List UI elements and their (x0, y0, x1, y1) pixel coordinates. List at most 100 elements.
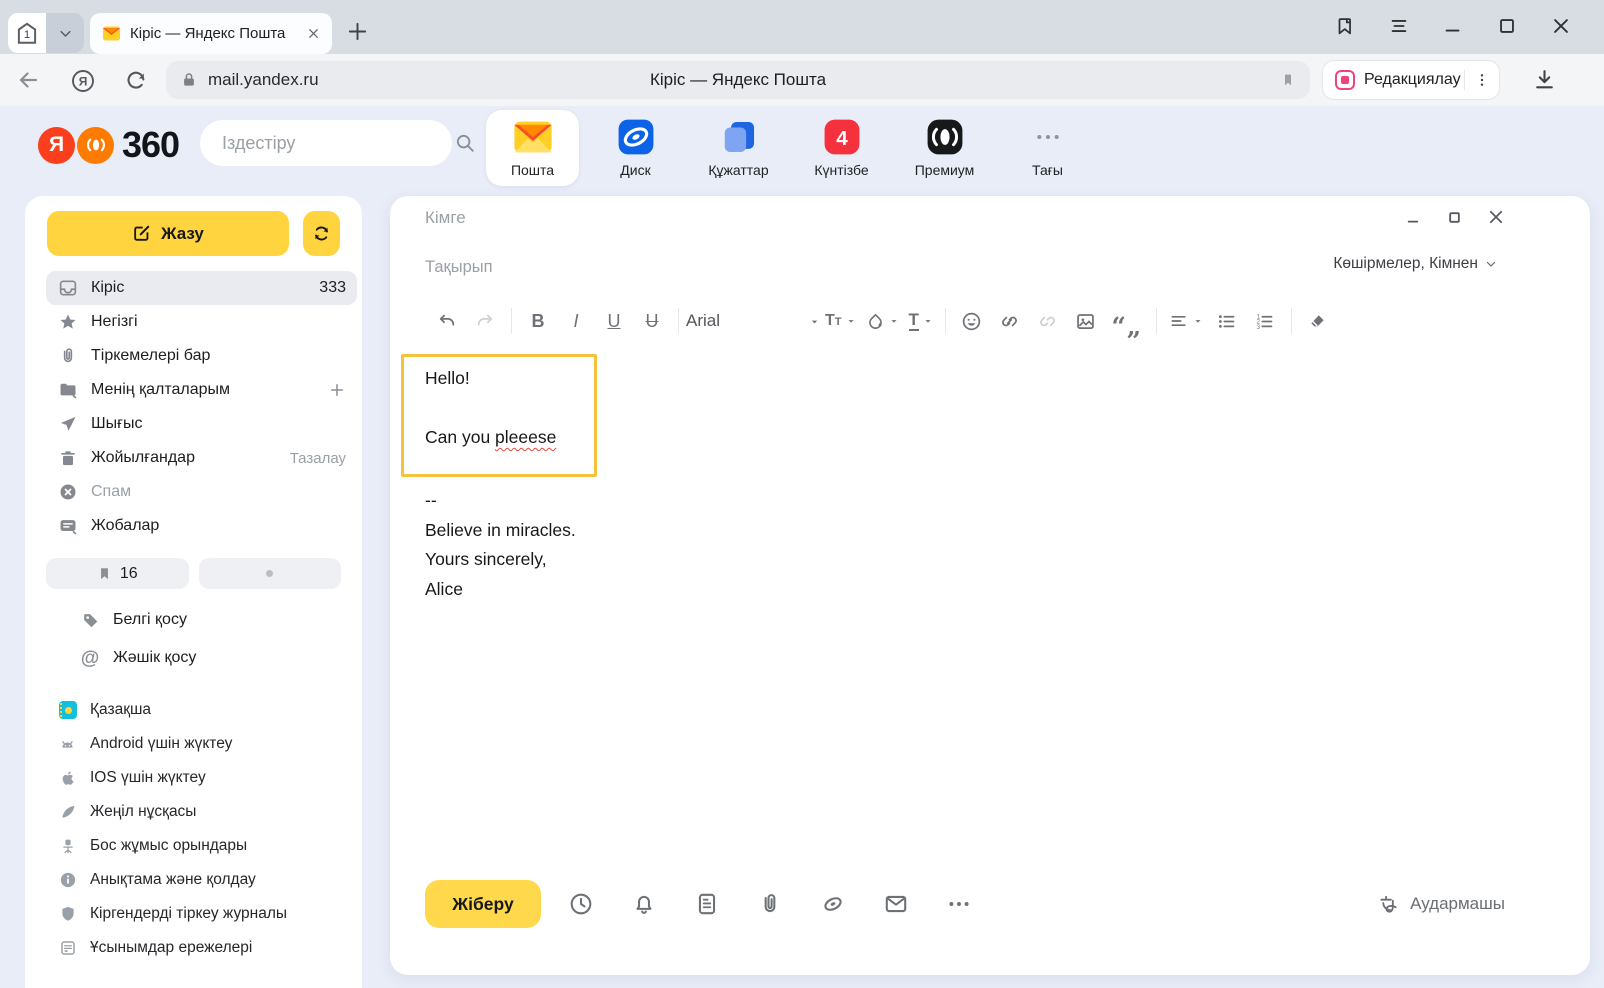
bullet-list-button[interactable] (1208, 303, 1246, 339)
svg-text:Я: Я (79, 75, 88, 89)
more-options-icon[interactable] (946, 891, 972, 917)
service-calendar[interactable]: 4 Күнтізбе (795, 110, 888, 186)
service-more[interactable]: Тағы (1001, 110, 1094, 186)
360-mark-icon (77, 127, 114, 164)
downloads-button[interactable] (1532, 67, 1557, 92)
browser-menu-icon[interactable] (1388, 15, 1410, 37)
compose-bottom-bar: Жіберу Аудармашы (425, 880, 1505, 928)
bookmark-icon[interactable] (1280, 72, 1296, 88)
window-close-button[interactable] (1550, 15, 1572, 37)
panel-bookmark-icon[interactable] (1334, 15, 1356, 37)
align-button[interactable] (1164, 303, 1208, 339)
rules-document-icon (58, 939, 77, 957)
lock-icon[interactable] (180, 71, 198, 89)
cc-from-toggle[interactable]: Көшірмелер, Кімнен (1333, 255, 1497, 273)
search-input[interactable] (200, 133, 454, 154)
compose-minimize-button[interactable] (1406, 209, 1422, 225)
font-size-select[interactable]: TT (820, 303, 861, 339)
numbered-list-button[interactable]: 123 (1246, 303, 1284, 339)
footer-item-ios[interactable]: IOS үшін жүктеу (25, 761, 362, 795)
bold-button[interactable]: B (519, 303, 557, 339)
underline-button[interactable]: U (595, 303, 633, 339)
sidebar-item-spam[interactable]: Спам (46, 475, 357, 509)
new-tab-button[interactable] (346, 20, 369, 43)
reload-button[interactable] (124, 68, 148, 92)
footer-item-login-journal[interactable]: Кіргендерді тіркеу журналы (25, 897, 362, 931)
footer-item-android[interactable]: Android үшін жүктеу (25, 727, 362, 761)
footer-item-recommendation-rules[interactable]: Ұсынымдар ережелері (25, 931, 362, 965)
template-icon[interactable] (694, 891, 720, 917)
tab-group-chevron[interactable] (46, 13, 84, 53)
mail-service-icon (513, 117, 553, 157)
footer-item-vacancies[interactable]: Бос жұмыс орындары (25, 829, 362, 863)
tab-group-control[interactable]: 1 (8, 13, 84, 53)
sidebar-item-with-attachments[interactable]: Тіркемелері бар (46, 339, 357, 373)
add-mailbox-action[interactable]: @ Жәшік қосу (25, 639, 362, 677)
attach-from-mail-icon[interactable] (883, 891, 909, 917)
subject-field[interactable] (425, 253, 1045, 281)
sidebar-item-my-folders[interactable]: Менің қалталарым (46, 373, 357, 407)
service-docs[interactable]: Құжаттар (692, 110, 785, 186)
insert-image-button[interactable] (1067, 303, 1105, 339)
yandex-browser-button[interactable]: Я (70, 68, 96, 94)
notify-icon[interactable] (631, 891, 657, 917)
footer-item-light-version[interactable]: Жеңіл нұсқасы (25, 795, 362, 829)
edit-mode-button[interactable]: Редакциялау (1322, 60, 1500, 100)
tab-counter[interactable]: 1 (8, 13, 46, 53)
emoji-button[interactable] (953, 303, 991, 339)
yandex-360-logo[interactable]: Я 360 (38, 124, 179, 166)
footer-item-help[interactable]: Анықтама және қолдау (25, 863, 362, 897)
redo-button[interactable] (466, 303, 504, 339)
search-icon[interactable] (454, 132, 476, 154)
sidebar-item-important[interactable]: Негізгі (46, 305, 357, 339)
service-more-label: Тағы (1032, 162, 1063, 178)
refresh-button[interactable] (303, 211, 340, 256)
send-button[interactable]: Жіберу (425, 880, 541, 928)
compose-expand-button[interactable] (1448, 211, 1461, 224)
clear-trash-action[interactable]: Тазалау (290, 450, 346, 467)
quote-button[interactable]: “„ (1105, 303, 1149, 339)
sidebar-item-projects[interactable]: Жобалар (46, 509, 357, 543)
office-chair-icon (58, 837, 77, 855)
italic-button[interactable]: I (557, 303, 595, 339)
service-premium[interactable]: Премиум (898, 110, 991, 186)
plus-icon (346, 20, 369, 43)
address-bar[interactable]: mail.yandex.ru Кіріс — Яндекс Пошта (166, 61, 1310, 99)
attach-from-disk-icon[interactable] (820, 891, 846, 917)
remove-link-button[interactable] (1029, 303, 1067, 339)
compose-button[interactable]: Жазу (47, 211, 289, 256)
folder-icon (58, 380, 78, 400)
sidebar-item-trash[interactable]: Жойылғандар Тазалау (46, 441, 357, 475)
service-mail[interactable]: Пошта (486, 110, 579, 186)
sidebar-item-inbox[interactable]: Кіріс 333 (46, 271, 357, 305)
footer-item-language[interactable]: Қазақша (25, 693, 362, 727)
highlight-color-button[interactable] (861, 303, 904, 339)
to-field[interactable] (425, 204, 1045, 232)
edit-more-icon[interactable] (1465, 72, 1499, 88)
strikethrough-button[interactable]: U (633, 303, 671, 339)
paper-plane-icon (58, 414, 78, 434)
tab-close-icon[interactable] (307, 27, 320, 40)
sidebar-item-sent[interactable]: Шығыс (46, 407, 357, 441)
font-family-select[interactable]: Arial (686, 311, 820, 331)
insert-link-button[interactable] (991, 303, 1029, 339)
search-box[interactable] (200, 120, 452, 166)
window-maximize-button[interactable] (1496, 15, 1518, 37)
text-color-button[interactable]: T (904, 303, 938, 339)
browser-tab[interactable]: Кіріс — Яндекс Пошта (90, 13, 332, 54)
compose-close-button[interactable] (1487, 208, 1505, 226)
add-label-action[interactable]: Белгі қосу (25, 601, 362, 639)
dot-pill[interactable] (199, 558, 342, 589)
service-disk[interactable]: Диск (589, 110, 682, 186)
schedule-send-icon[interactable] (568, 891, 594, 917)
clear-formatting-button[interactable] (1299, 303, 1337, 339)
bookmarks-pill[interactable]: 16 (46, 558, 189, 589)
email-body[interactable]: Hello! Can you pleeese -- Believe in mir… (390, 346, 1590, 835)
window-minimize-button[interactable] (1442, 15, 1464, 37)
attach-file-icon[interactable] (757, 891, 783, 917)
android-icon (58, 735, 77, 754)
undo-button[interactable] (428, 303, 466, 339)
add-folder-button[interactable] (328, 381, 346, 399)
translator-button[interactable]: Аудармашы (1377, 893, 1505, 916)
back-button[interactable] (16, 68, 40, 92)
